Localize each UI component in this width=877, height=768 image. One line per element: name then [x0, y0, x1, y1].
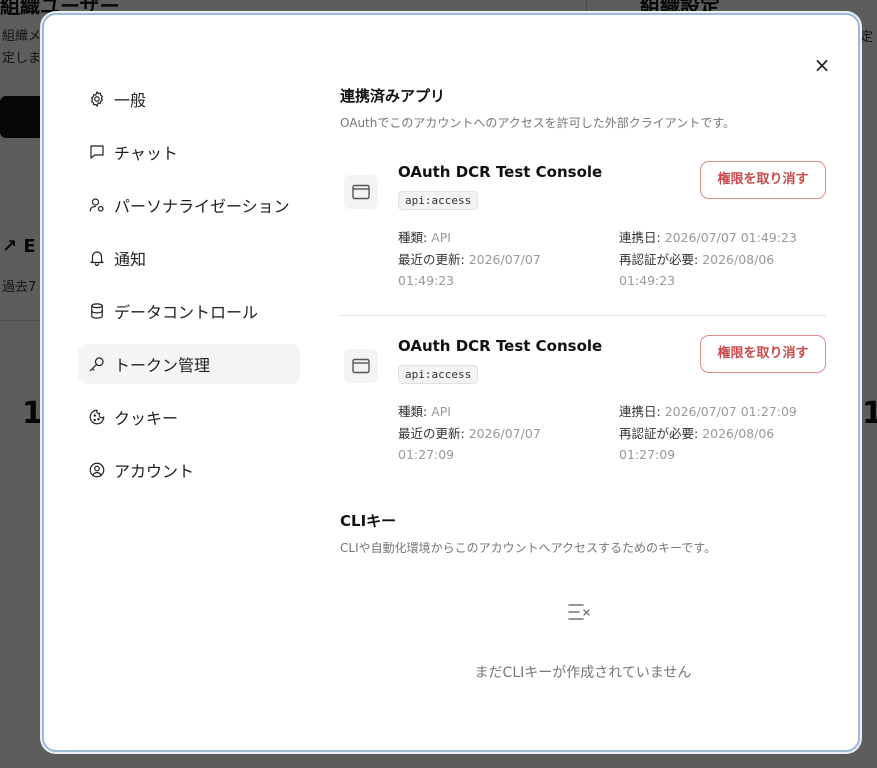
cli-keys-title: CLIキー — [340, 512, 397, 530]
bg-section-desc: 過去7 — [2, 280, 37, 295]
bg-number-left: 1 — [22, 396, 43, 431]
bg-desc-right: 定 — [860, 30, 874, 45]
sidebar-item-label: 通知 — [114, 250, 147, 269]
app-linked-date: 連携日: 2026/07/07 01:27:09 — [619, 404, 797, 419]
sidebar-item-label: パーソナライゼーション — [114, 197, 290, 216]
app-name: OAuth DCR Test Console — [398, 337, 603, 355]
sidebar-item-notifications[interactable]: 通知 — [78, 238, 300, 278]
gear-icon — [88, 90, 106, 108]
sidebar-item-label: チャット — [114, 144, 178, 163]
scope-badge: api:access — [398, 365, 479, 384]
cli-keys-empty-state: まだCLIキーが作成されていません — [340, 556, 826, 706]
sidebar-item-general[interactable]: 一般 — [78, 79, 300, 119]
sidebar-item-label: アカウント — [114, 462, 195, 481]
app-updated-date: 最近の更新: 2026/07/07 01:49:23 — [398, 252, 541, 288]
cookie-icon — [88, 408, 106, 426]
database-icon — [88, 302, 106, 320]
scope-badge: api:access — [398, 191, 479, 210]
app-reauth-date: 再認証が必要: 2026/08/06 01:27:09 — [619, 426, 775, 462]
settings-content: 連携済みアプリ OAuthでこのアカウントへのアクセスを許可した外部クライアント… — [340, 85, 826, 706]
empty-list-icon — [566, 600, 592, 624]
sidebar-item-token-management[interactable]: トークン管理 — [78, 344, 300, 384]
connected-app-card: OAuth DCR Test Console api:access 権限を取り消… — [340, 335, 826, 486]
bg-desc-left: 組織メ 定しま — [2, 29, 42, 66]
connected-apps-title: 連携済みアプリ — [340, 87, 446, 105]
bg-section-title: ↗ E — [2, 236, 36, 257]
app-type: 種類: API — [398, 230, 451, 245]
key-icon — [88, 355, 106, 373]
sidebar-item-personalization[interactable]: パーソナライゼーション — [78, 185, 300, 225]
revoke-button[interactable]: 権限を取り消す — [700, 161, 826, 199]
app-name: OAuth DCR Test Console — [398, 163, 603, 181]
app-window-icon — [344, 175, 378, 209]
sidebar-item-label: データコントロール — [114, 303, 259, 322]
app-reauth-date: 再認証が必要: 2026/08/06 01:49:23 — [619, 252, 775, 288]
account-circle-icon — [88, 461, 106, 479]
bg-button — [0, 96, 44, 138]
close-button[interactable]: × — [812, 55, 832, 75]
sidebar-item-account[interactable]: アカウント — [78, 450, 300, 490]
sidebar-item-data-controls[interactable]: データコントロール — [78, 291, 300, 331]
bell-icon — [88, 249, 106, 267]
cli-keys-empty-text: まだCLIキーが作成されていません — [474, 665, 692, 681]
app-updated-date: 最近の更新: 2026/07/07 01:27:09 — [398, 426, 541, 462]
settings-sidebar: 一般 チャット パーソナライゼーション 通知 データコントロール トークン管理 … — [78, 79, 300, 503]
app-window-icon — [344, 349, 378, 383]
cli-keys-section: CLIキー CLIや自動化環境からこのアカウントへアクセスするためのキーです。 … — [340, 510, 826, 706]
app-linked-date: 連携日: 2026/07/07 01:49:23 — [619, 230, 797, 245]
bg-number-right: 1 — [862, 396, 877, 431]
cli-keys-description: CLIや自動化環境からこのアカウントへアクセスするためのキーです。 — [340, 541, 717, 555]
chat-bubble-icon — [88, 143, 106, 161]
sidebar-item-chat[interactable]: チャット — [78, 132, 300, 172]
connected-app-card: OAuth DCR Test Console api:access 権限を取り消… — [340, 161, 826, 316]
sidebar-item-cookies[interactable]: クッキー — [78, 397, 300, 437]
sidebar-item-label: クッキー — [114, 409, 179, 428]
bg-card — [0, 320, 44, 751]
user-settings-icon — [88, 196, 106, 214]
connected-apps-description: OAuthでこのアカウントへのアクセスを許可した外部クライアントです。 — [340, 116, 736, 130]
sidebar-item-label: トークン管理 — [114, 356, 211, 375]
app-type: 種類: API — [398, 404, 451, 419]
settings-modal: × 一般 チャット パーソナライゼーション 通知 データコントロール トークン管… — [42, 13, 860, 752]
sidebar-item-label: 一般 — [114, 91, 147, 110]
revoke-button[interactable]: 権限を取り消す — [700, 335, 826, 373]
